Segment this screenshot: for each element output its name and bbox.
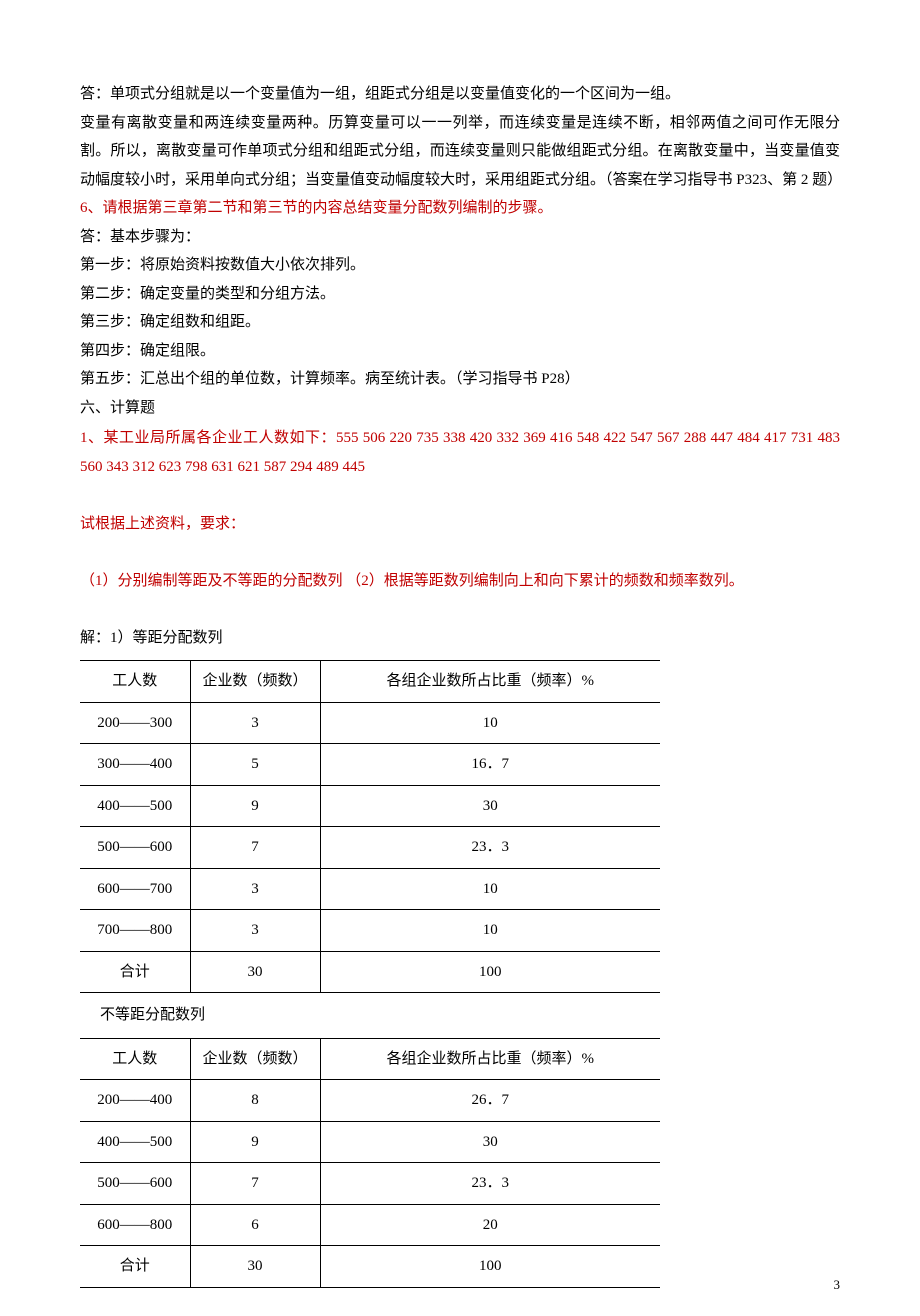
equal-interval-table: 工人数 企业数（频数） 各组企业数所占比重（频率）% 200——300 3 10… <box>80 660 660 993</box>
step-2: 第二步：确定变量的类型和分组方法。 <box>80 280 840 309</box>
cell-range: 500——600 <box>80 827 190 869</box>
cell-range: 200——400 <box>80 1080 190 1122</box>
table-row: 300——400 5 16．7 <box>80 744 660 786</box>
cell-total-count: 30 <box>190 1246 320 1288</box>
calc-problem-1-req-intro: 试根据上述资料，要求： <box>80 510 840 539</box>
table-row: 500——600 7 23．3 <box>80 1163 660 1205</box>
table-total-row: 合计 30 100 <box>80 1246 660 1288</box>
table-row: 400——500 9 30 <box>80 785 660 827</box>
cell-count: 5 <box>190 744 320 786</box>
calc-problem-1-data: 1、某工业局所属各企业工人数如下：555 506 220 735 338 420… <box>80 424 840 481</box>
cell-count: 7 <box>190 827 320 869</box>
cell-total-ratio: 100 <box>320 951 660 993</box>
table-row: 400——500 9 30 <box>80 1121 660 1163</box>
cell-ratio: 16．7 <box>320 744 660 786</box>
unequal-interval-table: 工人数 企业数（频数） 各组企业数所占比重（频率）% 200——400 8 26… <box>80 1038 660 1288</box>
table-total-row: 合计 30 100 <box>80 951 660 993</box>
solution-label-2: 不等距分配数列 <box>100 1001 840 1030</box>
cell-ratio: 10 <box>320 910 660 952</box>
solution-label-1: 解：1）等距分配数列 <box>80 624 840 653</box>
cell-range: 500——600 <box>80 1163 190 1205</box>
table-row: 500——600 7 23．3 <box>80 827 660 869</box>
cell-count: 3 <box>190 702 320 744</box>
cell-total-count: 30 <box>190 951 320 993</box>
cell-range: 200——300 <box>80 702 190 744</box>
question-6: 6、请根据第三章第二节和第三节的内容总结变量分配数列编制的步骤。 <box>80 194 840 223</box>
cell-total-label: 合计 <box>80 951 190 993</box>
cell-total-ratio: 100 <box>320 1246 660 1288</box>
table-header-row: 工人数 企业数（频数） 各组企业数所占比重（频率）% <box>80 661 660 703</box>
cell-ratio: 10 <box>320 868 660 910</box>
cell-count: 9 <box>190 785 320 827</box>
table-row: 600——800 6 20 <box>80 1204 660 1246</box>
cell-range: 400——500 <box>80 785 190 827</box>
cell-ratio: 26．7 <box>320 1080 660 1122</box>
table-row: 700——800 3 10 <box>80 910 660 952</box>
answer-6-intro: 答：基本步骤为： <box>80 223 840 252</box>
cell-ratio: 23．3 <box>320 827 660 869</box>
cell-range: 700——800 <box>80 910 190 952</box>
cell-count: 9 <box>190 1121 320 1163</box>
step-4: 第四步：确定组限。 <box>80 337 840 366</box>
cell-count: 6 <box>190 1204 320 1246</box>
step-1: 第一步：将原始资料按数值大小依次排列。 <box>80 251 840 280</box>
table-row: 600——700 3 10 <box>80 868 660 910</box>
col-header-count: 企业数（频数） <box>190 1038 320 1080</box>
cell-count: 3 <box>190 868 320 910</box>
cell-ratio: 23．3 <box>320 1163 660 1205</box>
table-row: 200——400 8 26．7 <box>80 1080 660 1122</box>
col-header-range: 工人数 <box>80 661 190 703</box>
col-header-ratio: 各组企业数所占比重（频率）% <box>320 661 660 703</box>
table-header-row: 工人数 企业数（频数） 各组企业数所占比重（频率）% <box>80 1038 660 1080</box>
step-3: 第三步：确定组数和组距。 <box>80 308 840 337</box>
cell-ratio: 30 <box>320 785 660 827</box>
cell-range: 600——800 <box>80 1204 190 1246</box>
cell-count: 7 <box>190 1163 320 1205</box>
calc-problem-1-req: （1）分别编制等距及不等距的分配数列 （2）根据等距数列编制向上和向下累计的频数… <box>80 567 840 596</box>
col-header-count: 企业数（频数） <box>190 661 320 703</box>
cell-count: 8 <box>190 1080 320 1122</box>
cell-range: 400——500 <box>80 1121 190 1163</box>
section-6-heading: 六、计算题 <box>80 394 840 423</box>
col-header-range: 工人数 <box>80 1038 190 1080</box>
answer-para-1: 答：单项式分组就是以一个变量值为一组，组距式分组是以变量值变化的一个区间为一组。 <box>80 80 840 109</box>
cell-ratio: 30 <box>320 1121 660 1163</box>
cell-total-label: 合计 <box>80 1246 190 1288</box>
cell-ratio: 20 <box>320 1204 660 1246</box>
cell-range: 300——400 <box>80 744 190 786</box>
col-header-ratio: 各组企业数所占比重（频率）% <box>320 1038 660 1080</box>
cell-range: 600——700 <box>80 868 190 910</box>
cell-ratio: 10 <box>320 702 660 744</box>
cell-count: 3 <box>190 910 320 952</box>
page-number: 3 <box>834 1273 841 1298</box>
table-row: 200——300 3 10 <box>80 702 660 744</box>
step-5: 第五步：汇总出个组的单位数，计算频率。病至统计表。（学习指导书 P28） <box>80 365 840 394</box>
answer-para-2: 变量有离散变量和两连续变量两种。历算变量可以一一列举，而连续变量是连续不断，相邻… <box>80 109 840 195</box>
